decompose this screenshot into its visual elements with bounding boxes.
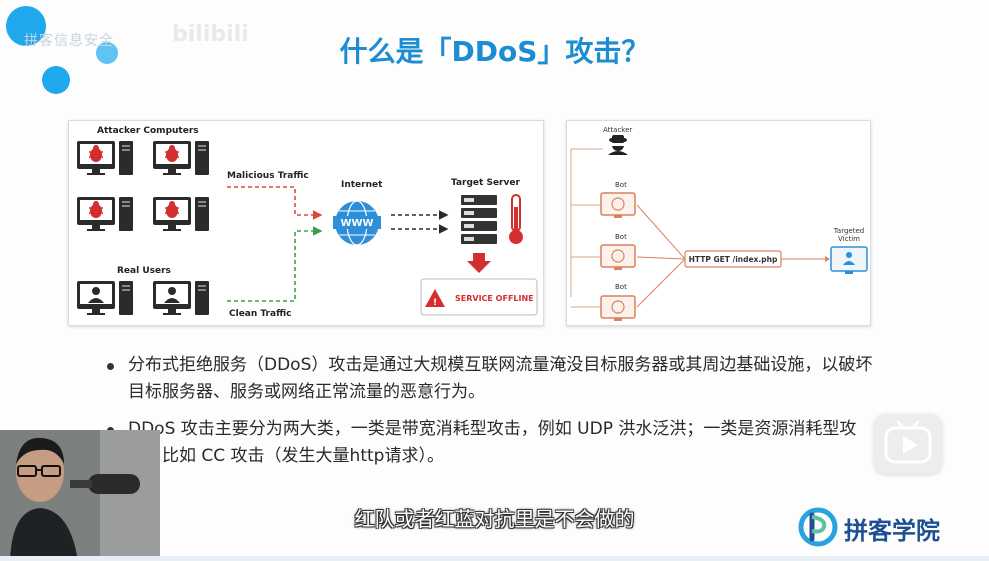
ddos-flow-svg: Attacker Computers Real Users Malicious … <box>77 126 538 319</box>
user-computer-icon <box>77 281 133 315</box>
www-label: WWW <box>340 218 373 229</box>
bot-computer-icon <box>600 192 636 218</box>
brand-logo: 拼客学院 <box>798 507 970 547</box>
down-arrow-icon <box>467 253 491 273</box>
user-computer-icon <box>153 281 209 315</box>
bot-branch-lines <box>571 204 601 308</box>
play-icon <box>884 420 932 464</box>
bot-computer-icon <box>600 295 636 321</box>
bot-label: Bot <box>615 283 627 291</box>
play-button[interactable] <box>874 414 942 474</box>
bullet-item: DDoS 攻击主要分为两大类，一类是带宽消耗型攻击，例如 UDP 洪水泛洪；一类… <box>104 416 874 470</box>
attacker-label: Attacker <box>603 126 632 134</box>
presenter-video <box>0 430 160 561</box>
victim-label-line1: Targeted <box>833 227 864 235</box>
victim-computer-icon <box>830 246 868 274</box>
bullet-list: 分布式拒绝服务（DDoS）攻击是通过大规模互联网流量淹没目标服务器或其周边基础设… <box>104 352 874 480</box>
slide: 拼客信息安全 bilibili 什么是「DDoS」攻击？ Attacker Co… <box>0 0 989 561</box>
webcam-overlay <box>0 430 160 561</box>
attacker-computer-icon <box>153 197 209 231</box>
http-flood-svg: Attacker Bot Bot Bot HTTP GET /index.php… <box>570 126 868 321</box>
clean-traffic-label: Clean Traffic <box>229 309 291 319</box>
victim-label-line2: Victim <box>838 235 860 243</box>
bot-request-lines <box>636 204 686 308</box>
service-offline-box: ! SERVICE OFFLINE <box>420 278 538 316</box>
globe-icon: WWW <box>333 200 381 246</box>
bot-computer-icon <box>600 244 636 270</box>
brand-logo-icon <box>798 507 838 547</box>
malicious-traffic-label: Malicious Traffic <box>227 171 309 181</box>
clean-traffic-arrow <box>227 226 323 302</box>
attacker-computer-icon <box>153 141 209 175</box>
target-server-label: Target Server <box>451 178 520 188</box>
svg-text:!: ! <box>433 298 437 308</box>
bot-label: Bot <box>615 233 627 241</box>
decor-dot-small <box>42 66 70 94</box>
http-request-label: HTTP GET /index.php <box>689 255 778 264</box>
malicious-traffic-arrow <box>227 186 323 220</box>
slide-title: 什么是「DDoS」攻击？ <box>339 35 650 68</box>
microphone-icon <box>88 474 140 494</box>
attacker-computers-label: Attacker Computers <box>97 126 199 136</box>
brand-logo-text: 拼客学院 <box>844 517 940 545</box>
ddos-diagram-left: Attacker Computers Real Users Malicious … <box>68 120 544 326</box>
server-icon <box>461 195 497 244</box>
internet-label: Internet <box>341 180 383 190</box>
bullet-item: 分布式拒绝服务（DDoS）攻击是通过大规模互联网流量淹没目标服务器或其周边基础设… <box>104 352 874 406</box>
bottom-bar <box>0 556 989 561</box>
arrow-head-icon <box>825 256 830 262</box>
service-offline-label: SERVICE OFFLINE <box>455 294 534 303</box>
attacker-computer-icon <box>77 141 133 175</box>
http-flood-diagram: Attacker Bot Bot Bot HTTP GET /index.php… <box>566 120 871 326</box>
hacker-icon <box>608 135 628 155</box>
http-request-box: HTTP GET /index.php <box>684 250 782 268</box>
bot-label: Bot <box>615 181 627 189</box>
attacker-computer-icon <box>77 197 133 231</box>
real-users-label: Real Users <box>117 266 171 276</box>
thermometer-icon <box>509 194 523 244</box>
